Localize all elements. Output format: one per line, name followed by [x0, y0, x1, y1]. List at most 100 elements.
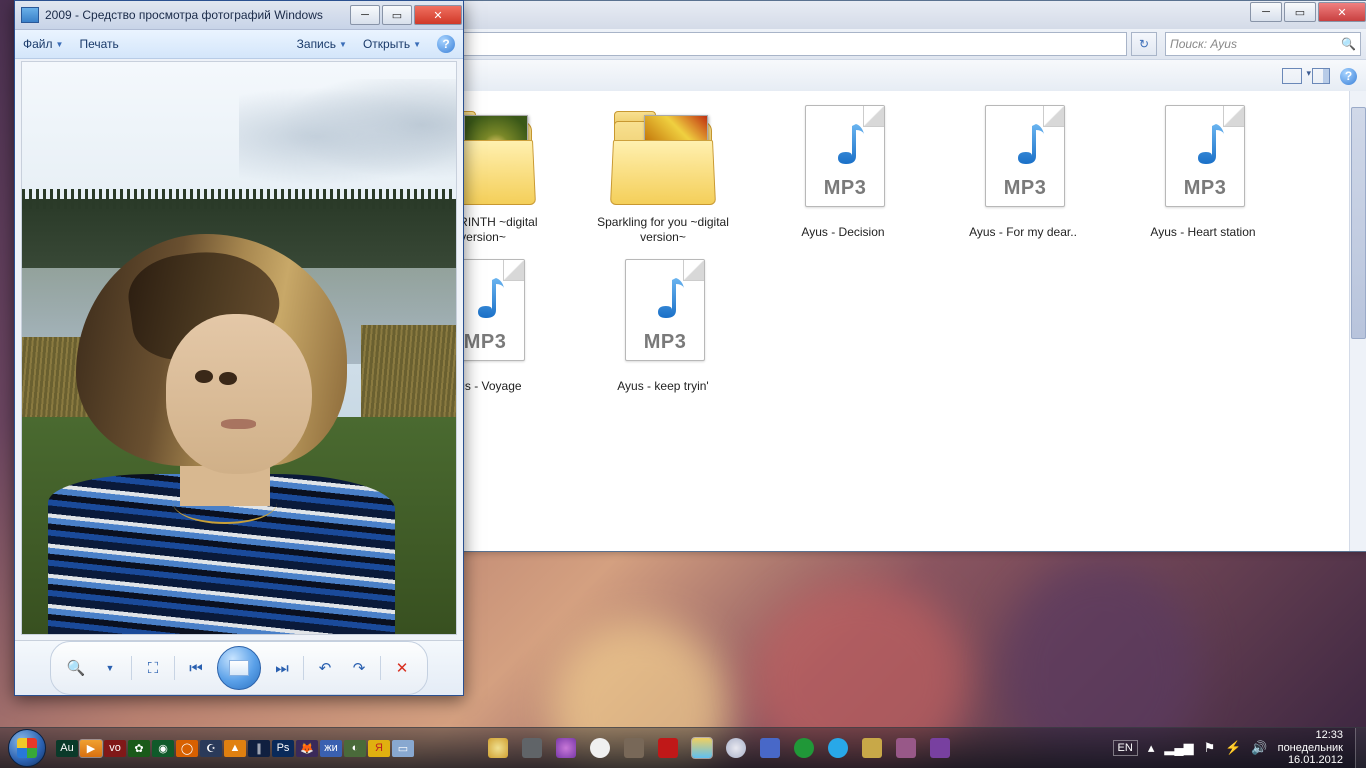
item-label: Ayus - For my dear.. [969, 225, 1077, 240]
photo-necklace [173, 482, 277, 524]
taskbar-app-icon[interactable]: ✿ [128, 740, 150, 757]
help-button[interactable]: ? [437, 35, 455, 53]
clock[interactable]: 12:33 понедельник 16.01.2012 [1278, 729, 1349, 767]
tray-app-icon[interactable] [488, 738, 508, 758]
search-icon: 🔍 [1341, 37, 1356, 51]
scrollbar[interactable] [1349, 91, 1366, 551]
tray-app-icon[interactable] [930, 738, 950, 758]
system-tray: EN ▴ ▂▄▆ ⚑ ⚡ 🔊 12:33 понедельник 16.01.2… [1107, 729, 1355, 767]
tray-app-icon[interactable] [828, 738, 848, 758]
mp3-icon: MP3 [1155, 101, 1251, 221]
mp3-icon: MP3 [615, 255, 711, 375]
taskbar-app-icon[interactable]: ▭ [392, 740, 414, 757]
item-label: Sparkling for you ~digital version~ [593, 215, 733, 245]
menu-print[interactable]: Печать [79, 37, 118, 51]
minimize-button[interactable]: ─ [1250, 2, 1282, 22]
rotate-ccw-button[interactable]: ↶ [312, 655, 338, 681]
taskbar-app-icon[interactable]: ◐ [344, 740, 366, 757]
tray-app-icon[interactable] [522, 738, 542, 758]
tray-chevron-icon[interactable]: ▴ [1148, 740, 1155, 756]
taskbar-tray-apps [478, 738, 1107, 758]
taskbar-app-icon[interactable]: vo [104, 740, 126, 757]
taskbar-app-icon[interactable]: ◉ [152, 740, 174, 757]
language-indicator[interactable]: EN [1113, 740, 1138, 756]
photo-viewer-titlebar[interactable]: 2009 - Средство просмотра фотографий Win… [15, 1, 463, 30]
tray-app-icon[interactable] [692, 738, 712, 758]
tray-app-icon[interactable] [658, 738, 678, 758]
mp3-file-item[interactable]: MP3Ayus - Decision [773, 101, 913, 245]
photo-clouds [239, 79, 457, 193]
photo-viewer-menubar: Файл▼ Печать Запись▼ Открыть▼ ? [15, 30, 463, 59]
maximize-button[interactable]: ▭ [1284, 2, 1316, 22]
clock-date: 16.01.2012 [1278, 754, 1343, 767]
window-title: 2009 - Средство просмотра фотографий Win… [45, 8, 323, 22]
close-button[interactable]: ✕ [414, 5, 462, 25]
taskbar: Au ▶ vo ✿ ◉ ◯ ☪ ▲ ∥ Ps 🦊 жи ◐ Я ▭ [0, 727, 1366, 768]
tray-app-icon[interactable] [896, 738, 916, 758]
menu-burn[interactable]: Запись▼ [297, 37, 347, 51]
minimize-button[interactable]: ─ [350, 5, 380, 25]
zoom-button[interactable]: 🔍 [63, 655, 89, 681]
menu-open[interactable]: Открыть▼ [363, 37, 421, 51]
zoom-dropdown[interactable]: ▼ [97, 655, 123, 681]
prev-image-button[interactable]: ⏮ [183, 655, 209, 681]
taskbar-app-icon[interactable]: ∥ [248, 740, 270, 757]
fit-window-button[interactable]: ⛶ [140, 655, 166, 681]
separator [380, 656, 381, 680]
power-icon[interactable]: ⚡ [1225, 740, 1241, 756]
folder-item[interactable]: Sparkling for you ~digital version~ [593, 101, 733, 245]
photo-viewer-window: 2009 - Средство просмотра фотографий Win… [14, 0, 464, 696]
tray-app-icon[interactable] [624, 738, 644, 758]
mp3-file-item[interactable]: MP3 Ayus - Heart station [1133, 101, 1273, 245]
help-button[interactable]: ? [1340, 68, 1357, 85]
rotate-cw-button[interactable]: ↷ [346, 655, 372, 681]
app-icon [21, 7, 39, 23]
taskbar-app-icon[interactable]: Я [368, 740, 390, 757]
taskbar-app-icon[interactable]: Au [56, 740, 78, 757]
mp3-file-item[interactable]: MP3 Ayus - For my dear.. [953, 101, 1093, 245]
slideshow-button[interactable] [217, 646, 261, 690]
separator [131, 656, 132, 680]
taskbar-app-icon[interactable]: Ps [272, 740, 294, 757]
flag-icon[interactable]: ⚑ [1204, 740, 1216, 756]
search-input[interactable]: Поиск: Ayus 🔍 [1165, 32, 1361, 56]
photo-viewer-controls: 🔍 ▼ ⛶ ⏮ ⏭ ↶ ↷ ✕ [15, 640, 463, 695]
tray-app-icon[interactable] [556, 738, 576, 758]
mp3-icon: MP3 [975, 101, 1071, 221]
maximize-button[interactable]: ▭ [382, 5, 412, 25]
scrollbar-thumb[interactable] [1351, 107, 1366, 339]
start-button[interactable] [0, 728, 54, 768]
close-button[interactable]: ✕ [1318, 2, 1366, 22]
menu-file[interactable]: Файл▼ [23, 37, 63, 51]
item-label: Ayus - Heart station [1150, 225, 1255, 240]
slideshow-icon [229, 660, 249, 676]
clock-time: 12:33 [1278, 729, 1343, 742]
taskbar-pinned: Au ▶ vo ✿ ◉ ◯ ☪ ▲ ∥ Ps 🦊 жи ◐ Я ▭ [54, 727, 478, 768]
taskbar-app-icon[interactable]: ▶ [80, 740, 102, 757]
tray-app-icon[interactable] [862, 738, 882, 758]
photo-canvas [21, 61, 457, 635]
preview-pane-button[interactable] [1312, 68, 1330, 84]
taskbar-app-icon[interactable]: ☪ [200, 740, 222, 757]
delete-button[interactable]: ✕ [389, 655, 415, 681]
volume-icon[interactable]: 🔊 [1251, 740, 1267, 756]
taskbar-app-icon[interactable]: ▲ [224, 740, 246, 757]
tray-app-icon[interactable] [726, 738, 746, 758]
next-image-button[interactable]: ⏭ [269, 655, 295, 681]
desktop: ─ ▭ ✕ ← → 3 ▶ Ayus ▶ ↻ Поиск: Ayus 🔍 оиз… [0, 0, 1366, 768]
taskbar-app-icon[interactable]: жи [320, 740, 342, 757]
taskbar-app-icon[interactable]: ◯ [176, 740, 198, 757]
mp3-file-item[interactable]: MP3 Ayus - keep tryin' [593, 255, 733, 394]
tray-app-icon[interactable] [590, 738, 610, 758]
network-icon[interactable]: ▂▄▆ [1164, 740, 1193, 756]
tray-app-icon[interactable] [794, 738, 814, 758]
clock-day: понедельник [1278, 742, 1343, 755]
taskbar-app-icon[interactable]: 🦊 [296, 740, 318, 757]
separator [174, 656, 175, 680]
view-options-button[interactable] [1282, 68, 1302, 84]
show-desktop-button[interactable] [1355, 728, 1366, 768]
refresh-button[interactable]: ↻ [1131, 32, 1157, 56]
search-placeholder: Поиск: Ayus [1170, 37, 1237, 51]
item-label: Ayus - keep tryin' [617, 379, 708, 394]
tray-app-icon[interactable] [760, 738, 780, 758]
